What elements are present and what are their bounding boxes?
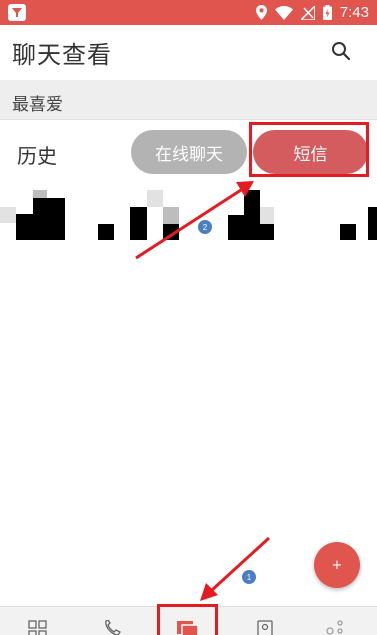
redacted-block — [0, 207, 16, 223]
nav-item-more[interactable] — [305, 607, 365, 635]
redacted-block — [147, 190, 163, 207]
app-notification-icon — [8, 4, 26, 21]
redacted-block — [260, 224, 274, 240]
grid-icon — [28, 620, 47, 635]
messages-tab-highlight-box — [157, 604, 218, 635]
search-icon — [332, 42, 351, 61]
arrow-to-messages-tab-icon — [200, 536, 271, 601]
redacted-block — [163, 207, 179, 224]
favorites-label: 最喜爱 — [12, 95, 63, 115]
signal-icon — [300, 5, 315, 20]
history-label: 历史 — [17, 144, 57, 168]
redacted-block — [33, 190, 47, 198]
search-button[interactable] — [331, 41, 351, 61]
sms-highlight-box — [249, 122, 369, 177]
redacted-block — [98, 224, 114, 240]
redacted-contact-list — [0, 190, 377, 240]
contacts-icon — [257, 620, 273, 635]
unread-count-badge: 2 — [198, 220, 212, 234]
redacted-block — [340, 224, 356, 240]
redacted-block — [33, 198, 65, 240]
nav-item-calls[interactable] — [83, 607, 143, 635]
nav-item-home[interactable] — [8, 607, 68, 635]
status-time: 7:43 — [339, 4, 369, 21]
page-title: 聊天查看 — [12, 41, 112, 69]
new-message-fab[interactable]: + — [314, 542, 360, 588]
fab-count-badge: 1 — [242, 570, 256, 584]
redacted-block — [16, 214, 33, 240]
phone-icon — [105, 620, 121, 635]
status-bar: 7:43 — [0, 0, 377, 25]
favorites-section: 最喜爱 — [0, 80, 377, 120]
location-icon — [255, 5, 267, 20]
redacted-block — [130, 207, 147, 240]
wifi-icon — [274, 5, 293, 20]
redacted-block — [244, 190, 260, 240]
more-icon — [326, 620, 343, 635]
redacted-block — [163, 224, 179, 240]
redacted-block — [368, 207, 377, 240]
battery-charging-icon — [322, 5, 332, 20]
online-chat-button[interactable]: 在线聊天 — [131, 130, 247, 174]
redacted-block — [228, 215, 244, 240]
app-header: 聊天查看 — [0, 25, 377, 80]
redacted-block — [260, 207, 274, 224]
status-icons: 7:43 — [255, 0, 369, 25]
nav-item-contacts[interactable] — [235, 607, 295, 635]
